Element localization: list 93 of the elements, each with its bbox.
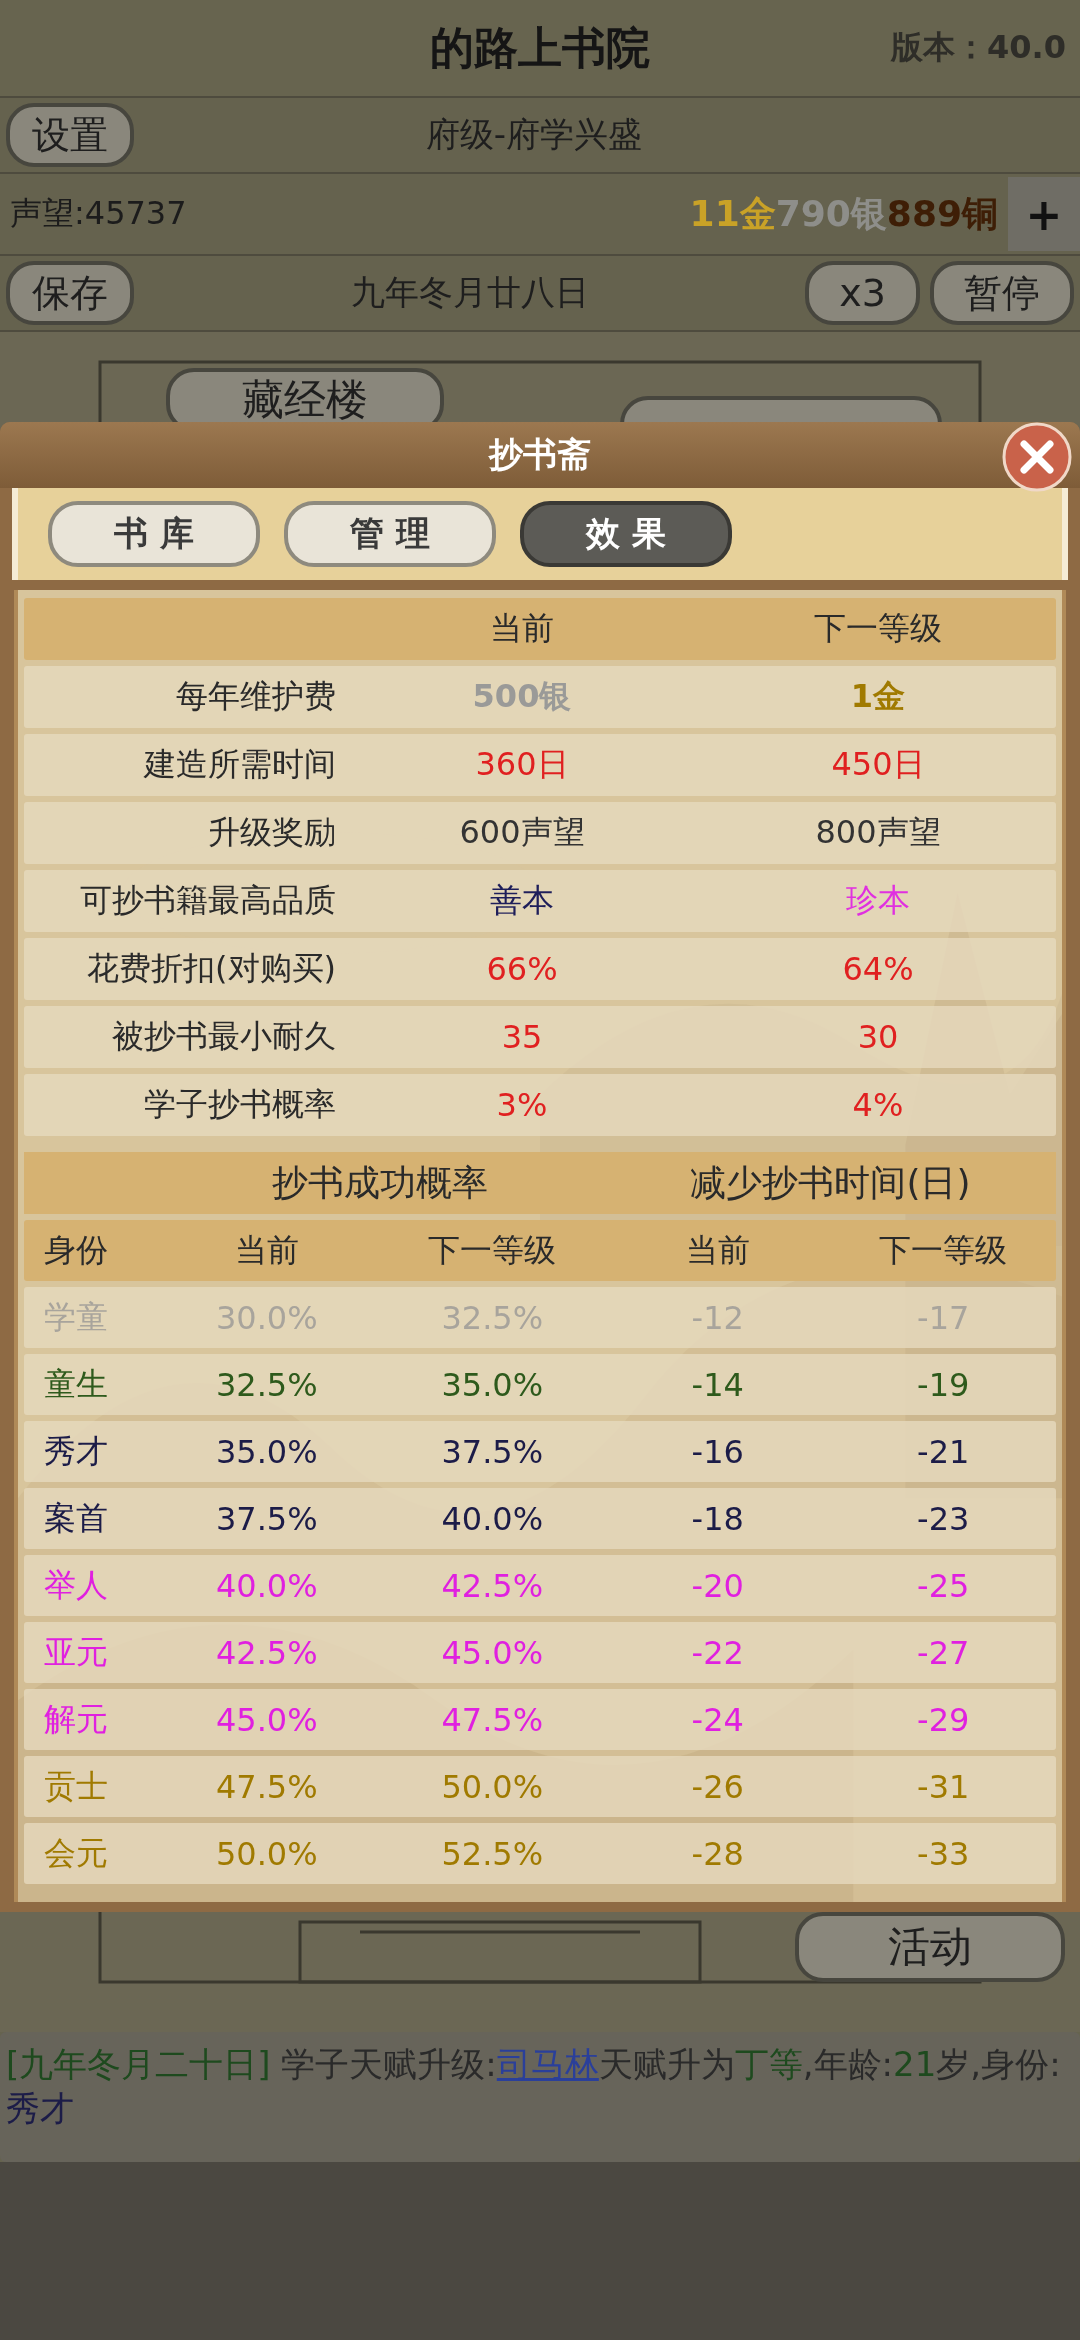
- table-cell-text: -33: [916, 1834, 971, 1873]
- pause-button[interactable]: 暂停: [930, 261, 1074, 325]
- table-cell-text: 45.0%: [214, 1700, 319, 1739]
- table-cell-text: -12: [690, 1298, 745, 1337]
- tab[interactable]: 效 果: [520, 501, 732, 567]
- table-cell-text: -23: [916, 1499, 971, 1538]
- table-cell-text: 童生: [43, 1363, 109, 1405]
- column-group-header: 抄书成功概率: [270, 1160, 489, 1205]
- table-cell-text: -24: [690, 1700, 745, 1739]
- table-cell-text: 37.5%: [214, 1499, 319, 1538]
- table-cell-text: 3%: [495, 1086, 549, 1124]
- table-cell-text: -25: [916, 1566, 971, 1605]
- table-cell-text: 450日: [830, 744, 926, 785]
- table-cell-text: -29: [916, 1700, 971, 1739]
- academy-rank: 府级-府学兴盛: [424, 113, 644, 156]
- stat-label: 每年维护费: [175, 676, 337, 717]
- dialog-title: 抄书斋: [489, 433, 591, 476]
- game-date: 九年冬月廿八日: [349, 271, 590, 314]
- table-cell-text: 35.0%: [440, 1365, 545, 1404]
- log-message: [九年冬月二十日] 学子天赋升级:司马林天赋升为丁等,年龄:21岁,身份: 秀才: [6, 2043, 1062, 2130]
- table-cell-text: 52.5%: [440, 1834, 545, 1873]
- close-icon[interactable]: [1002, 422, 1072, 492]
- table-cell-text: 1金: [849, 676, 907, 717]
- version-label: 版本：40.0: [891, 27, 1066, 68]
- table-cell-text: 学童: [43, 1296, 109, 1338]
- table-cell-text: 40.0%: [214, 1566, 319, 1605]
- table-cell-text: -16: [690, 1432, 745, 1471]
- table-cell-text: 4%: [851, 1086, 905, 1124]
- event-button[interactable]: 活动: [795, 1912, 1065, 1982]
- table-cell-text: -21: [916, 1432, 971, 1471]
- table-cell-text: 50.0%: [214, 1834, 319, 1873]
- table-cell-text: 善本: [489, 880, 555, 921]
- table-cell-text: -27: [916, 1633, 971, 1672]
- column-header: 下一等级: [427, 1229, 558, 1271]
- table-cell-text: 解元: [43, 1698, 109, 1740]
- table-cell-text: 37.5%: [440, 1432, 545, 1471]
- table-cell-text: 35: [500, 1018, 544, 1056]
- column-header: 当前: [684, 1229, 751, 1271]
- table-cell-text: 40.0%: [440, 1499, 545, 1538]
- column-header: 当前: [489, 608, 555, 649]
- reputation-label: 声望:45737: [9, 193, 188, 234]
- table-cell-text: 360日: [474, 744, 570, 785]
- money-label: 11金790银889铜: [689, 191, 998, 236]
- table-cell-text: -14: [690, 1365, 745, 1404]
- table-cell-text: 32.5%: [214, 1365, 319, 1404]
- add-money-button[interactable]: +: [1008, 177, 1080, 251]
- table-cell-text: 47.5%: [214, 1767, 319, 1806]
- column-group-header: 减少抄书时间(日): [689, 1160, 972, 1205]
- table-cell-text: 64%: [841, 950, 915, 988]
- table-cell-text: -22: [690, 1633, 745, 1672]
- table-cell-text: -26: [690, 1767, 745, 1806]
- table-cell-text: 66%: [485, 950, 559, 988]
- table-cell-text: 秀才: [43, 1430, 109, 1472]
- stat-label: 升级奖励: [207, 812, 337, 853]
- table-cell-text: 800声望: [814, 812, 942, 853]
- table-cell-text: 47.5%: [440, 1700, 545, 1739]
- save-button[interactable]: 保存: [6, 261, 134, 325]
- table-cell-text: 42.5%: [214, 1633, 319, 1672]
- table-cell-text: 30: [856, 1018, 900, 1056]
- table-cell-text: 600声望: [458, 812, 586, 853]
- column-header: 下一等级: [813, 608, 943, 649]
- table-cell-text: -20: [690, 1566, 745, 1605]
- table-cell-text: 贡士: [43, 1765, 109, 1807]
- table-cell-text: 举人: [43, 1564, 109, 1606]
- speed-button[interactable]: x3: [805, 261, 920, 325]
- stat-label: 建造所需时间: [142, 744, 337, 785]
- stat-label: 被抄书最小耐久: [111, 1016, 337, 1057]
- table-cell-text: -28: [690, 1834, 745, 1873]
- table-cell-text: 珍本: [845, 880, 911, 921]
- settings-button[interactable]: 设置: [6, 103, 134, 167]
- table-cell-text: -19: [916, 1365, 971, 1404]
- table-cell-text: 50.0%: [440, 1767, 545, 1806]
- tab[interactable]: 书 库: [48, 501, 260, 567]
- table-cell-text: 会元: [43, 1832, 109, 1874]
- table-cell-text: 案首: [43, 1497, 109, 1539]
- table-cell-text: 30.0%: [214, 1298, 319, 1337]
- column-header: 身份: [43, 1229, 109, 1271]
- column-header: 下一等级: [878, 1229, 1009, 1271]
- stat-label: 可抄书籍最高品质: [79, 880, 337, 921]
- stat-label: 花费折扣(对购买): [86, 948, 337, 989]
- table-cell-text: -31: [916, 1767, 971, 1806]
- tab[interactable]: 管 理: [284, 501, 496, 567]
- table-cell-text: 32.5%: [440, 1298, 545, 1337]
- table-cell-text: -18: [690, 1499, 745, 1538]
- app-title: 的路上书院: [430, 20, 650, 75]
- table-cell-text: 45.0%: [440, 1633, 545, 1672]
- table-cell-text: 42.5%: [440, 1566, 545, 1605]
- stat-label: 学子抄书概率: [143, 1084, 337, 1125]
- table-cell-text: -17: [916, 1298, 971, 1337]
- table-cell-text: 亚元: [43, 1631, 109, 1673]
- column-header: 当前: [233, 1229, 300, 1271]
- table-cell-text: 500银: [471, 676, 573, 717]
- table-cell-text: 35.0%: [214, 1432, 319, 1471]
